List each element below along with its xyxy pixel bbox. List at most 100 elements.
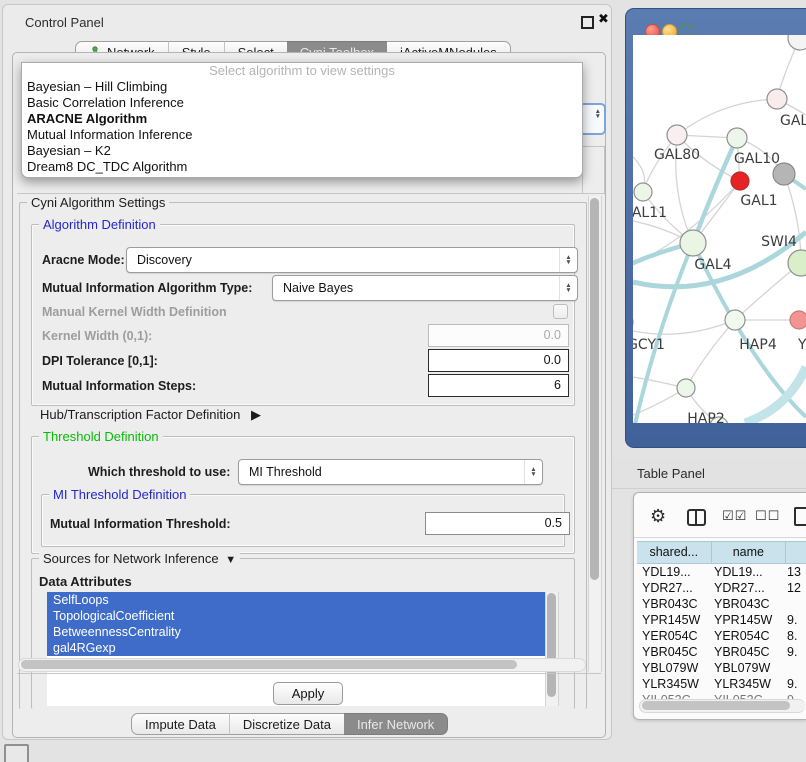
table-row[interactable]: YLR345WYLR345W9. bbox=[637, 676, 806, 692]
svg-text:SWI4: SWI4 bbox=[761, 234, 797, 250]
table-header-row: shared... name bbox=[637, 541, 806, 564]
table-row[interactable]: YBR045CYBR045C9. bbox=[637, 644, 806, 660]
svg-text:GAL4: GAL4 bbox=[694, 257, 731, 273]
control-panel-window: Control Panel ✖ Network Style Select Cyn… bbox=[2, 4, 612, 740]
table-row[interactable]: YDL19...YDL19...13 bbox=[637, 564, 806, 580]
kernel-width-label: Kernel Width (0,1): bbox=[42, 329, 152, 343]
expander-right-arrow-icon: ▶ bbox=[251, 407, 261, 422]
tab-infer-network[interactable]: Infer Network bbox=[344, 713, 448, 735]
network-canvas[interactable]: GAL GAL80 GAL10 GAL1 GAL11 GAL4 SWI4 GCY… bbox=[633, 35, 806, 423]
mi-threshold-input[interactable]: 0.5 bbox=[425, 512, 570, 535]
table-row[interactable]: YBR043CYBR043C bbox=[637, 596, 806, 612]
aracne-mode-combobox[interactable]: Discovery ▲▼ bbox=[126, 247, 578, 273]
bottom-tabs: Impute Data Discretize Data Infer Networ… bbox=[131, 713, 448, 735]
node-table: shared... name YDL19...YDL19...13 YDR27.… bbox=[637, 541, 806, 700]
list-item[interactable]: gal4RGexp bbox=[47, 640, 545, 656]
list-scrollbar-thumb[interactable] bbox=[547, 593, 556, 697]
list-item[interactable]: TopologicalCoefficient bbox=[47, 608, 545, 624]
manual-kernel-width-label: Manual Kernel Width Definition bbox=[42, 305, 227, 319]
which-threshold-value: MI Threshold bbox=[249, 465, 322, 479]
combo-arrows-icon: ▲▼ bbox=[559, 276, 577, 300]
settings-horizontal-scrollbar[interactable] bbox=[18, 658, 586, 672]
settings-hscrollbar-thumb[interactable] bbox=[21, 660, 517, 669]
algorithm-dropdown-popup: Select algorithm to view settings Bayesi… bbox=[21, 62, 583, 178]
mi-steps-input[interactable]: 6 bbox=[428, 374, 569, 397]
control-panel-title: Control Panel bbox=[25, 15, 104, 30]
svg-text:GAL10: GAL10 bbox=[734, 151, 780, 167]
column-header-name[interactable]: name bbox=[712, 542, 787, 563]
expander-down-arrow-icon[interactable]: ▼ bbox=[222, 554, 236, 566]
manual-kernel-width-checkbox[interactable] bbox=[553, 304, 568, 319]
dpi-tolerance-input[interactable]: 0.0 bbox=[428, 349, 569, 372]
hub-expander[interactable]: Hub/Transcription Factor Definition ▶ bbox=[40, 407, 261, 423]
settings-vertical-scrollbar[interactable] bbox=[588, 196, 602, 672]
popup-item[interactable]: Bayesian – Hill Climbing bbox=[22, 79, 582, 95]
clear-checks-icon[interactable]: ☐☐ bbox=[755, 508, 780, 524]
hub-expander-label: Hub/Transcription Factor Definition bbox=[40, 407, 240, 422]
threshold-definition-title: Threshold Definition bbox=[39, 429, 163, 444]
list-item[interactable]: BetweennessCentrality bbox=[47, 624, 545, 640]
tab-impute-data[interactable]: Impute Data bbox=[131, 713, 229, 735]
kernel-width-input[interactable]: 0.0 bbox=[428, 324, 569, 347]
group-box-fragment bbox=[582, 146, 605, 194]
scrollpane-bottom-border bbox=[17, 673, 601, 674]
node-salmon[interactable] bbox=[790, 311, 806, 329]
dpi-tolerance-label: DPI Tolerance [0,1]: bbox=[42, 354, 158, 368]
aracne-mode-value: Discovery bbox=[137, 253, 192, 267]
collapsed-panel-chip[interactable] bbox=[4, 744, 29, 762]
list-vertical-scrollbar[interactable] bbox=[545, 592, 559, 706]
popup-item[interactable]: Basic Correlation Inference bbox=[22, 95, 582, 111]
node-hap2[interactable] bbox=[677, 379, 695, 397]
toolbar-divider bbox=[634, 537, 806, 538]
combo-arrows-icon: ▲▼ bbox=[559, 248, 577, 272]
close-icon[interactable]: ✖ bbox=[598, 11, 609, 27]
node-hap4[interactable] bbox=[725, 310, 745, 330]
tab-discretize-data[interactable]: Discretize Data bbox=[229, 713, 344, 735]
mi-algorithm-type-combobox[interactable]: Naive Bayes ▲▼ bbox=[272, 275, 578, 301]
mi-type-label: Mutual Information Algorithm Type: bbox=[42, 281, 252, 295]
table-panel-window: ⚙ ☑☑ ☐☐ shared... name YDL19...YDL19...1… bbox=[633, 492, 806, 720]
svg-text:HAP4: HAP4 bbox=[739, 337, 777, 353]
table-row[interactable]: YER054CYER054C8. bbox=[637, 628, 806, 644]
table-row[interactable]: YDR27...YDR27...12 bbox=[637, 580, 806, 596]
mi-threshold-label: Mutual Information Threshold: bbox=[50, 517, 231, 531]
popup-placeholder: Select algorithm to view settings bbox=[22, 63, 582, 79]
new-table-icon[interactable] bbox=[794, 507, 806, 526]
node-gal4[interactable] bbox=[680, 230, 706, 256]
popup-item[interactable]: Mutual Information Inference bbox=[22, 127, 582, 143]
which-threshold-combobox[interactable]: MI Threshold ▲▼ bbox=[238, 459, 543, 485]
node[interactable] bbox=[767, 89, 787, 109]
node-gal80[interactable] bbox=[667, 125, 687, 145]
svg-text:Y: Y bbox=[797, 337, 806, 353]
apply-button[interactable]: Apply bbox=[273, 682, 343, 705]
table-panel-title: Table Panel bbox=[637, 466, 705, 481]
table-hscrollbar-thumb[interactable] bbox=[642, 701, 790, 710]
popup-item-selected[interactable]: ARACNE Algorithm bbox=[22, 111, 582, 127]
node-gal11[interactable] bbox=[634, 183, 652, 201]
table-row[interactable]: YPR145WYPR145W9. bbox=[637, 612, 806, 628]
settings-vscrollbar-thumb[interactable] bbox=[590, 198, 599, 580]
mi-threshold-definition-title: MI Threshold Definition bbox=[49, 487, 190, 502]
sources-title: Sources for Network Inference ▼ bbox=[39, 551, 240, 566]
node-gal1-red[interactable] bbox=[731, 172, 749, 190]
popup-item[interactable]: Dream8 DC_TDC Algorithm bbox=[22, 159, 582, 175]
mi-steps-label: Mutual Information Steps: bbox=[42, 379, 196, 393]
select-all-checks-icon[interactable]: ☑☑ bbox=[722, 508, 747, 524]
node[interactable] bbox=[788, 35, 806, 50]
table-horizontal-scrollbar[interactable] bbox=[639, 699, 805, 713]
data-attributes-label: Data Attributes bbox=[39, 574, 132, 589]
popup-item[interactable]: Bayesian – K2 bbox=[22, 143, 582, 159]
node-labels: GAL GAL80 GAL10 GAL1 GAL11 GAL4 SWI4 GCY… bbox=[633, 113, 806, 423]
node-gal10[interactable] bbox=[727, 128, 747, 148]
column-header-shared-name[interactable]: shared... bbox=[637, 542, 712, 563]
list-item[interactable]: SelfLoops bbox=[47, 592, 545, 608]
network-nodes[interactable] bbox=[633, 35, 806, 423]
mi-type-value: Naive Bayes bbox=[283, 281, 353, 295]
columns-icon[interactable] bbox=[687, 509, 706, 526]
table-row[interactable]: YBL079WYBL079W bbox=[637, 660, 806, 676]
aracne-mode-label: Aracne Mode: bbox=[42, 253, 125, 267]
svg-text:HAP2: HAP2 bbox=[687, 411, 724, 423]
gear-icon[interactable]: ⚙ bbox=[650, 506, 666, 527]
column-header-partial[interactable] bbox=[786, 542, 806, 563]
float-window-icon[interactable] bbox=[581, 16, 594, 29]
